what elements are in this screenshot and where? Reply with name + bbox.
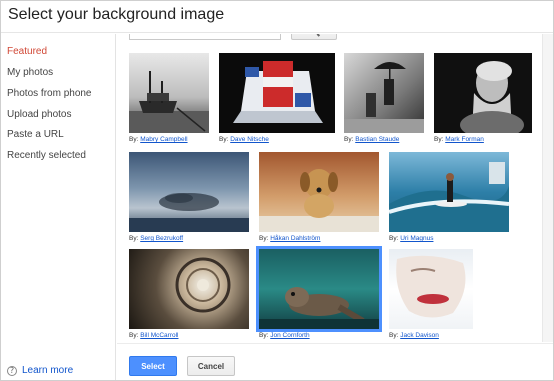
- credit-jon-cornforth: By: Jon Cornforth: [259, 332, 310, 339]
- umbrella-image: [344, 62, 424, 133]
- sidebar-item-recently-selected[interactable]: Recently selected: [7, 150, 86, 161]
- thumbnail-sea-lion[interactable]: [256, 246, 382, 332]
- author-link[interactable]: Bastian Staude: [355, 136, 399, 143]
- thumbnail-face-closeup[interactable]: [389, 249, 473, 329]
- help-icon: ?: [7, 365, 17, 376]
- author-link[interactable]: Jon Cornforth: [270, 332, 309, 339]
- staircase-image: [175, 257, 231, 313]
- credit-hakan-dahlstrom: By: Håkan Dahlström: [259, 235, 321, 242]
- puppy-image: [259, 169, 379, 232]
- search-input[interactable]: [129, 34, 281, 40]
- thumbnail-old-man[interactable]: [434, 53, 532, 133]
- credit-serg-bezrukoff: By: Serg Bezrukoff: [129, 235, 184, 242]
- dialog-footer: Select Cancel: [117, 343, 553, 380]
- surfer-image: [389, 162, 509, 232]
- sidebar-item-paste-url[interactable]: Paste a URL: [7, 129, 64, 140]
- author-link[interactable]: Bill McCarroll: [140, 332, 178, 339]
- author-link[interactable]: Mark Forman: [445, 136, 484, 143]
- author-link[interactable]: Håkan Dahlström: [270, 235, 320, 242]
- sidebar-item-upload-photos[interactable]: Upload photos: [7, 109, 72, 120]
- thumbnail-surfer[interactable]: [389, 152, 509, 232]
- gallery-scrollbar[interactable]: [542, 34, 553, 342]
- author-link[interactable]: Serg Bezrukoff: [140, 235, 183, 242]
- old-man-image: [460, 61, 524, 133]
- dialog-title: Select your background image: [8, 6, 225, 23]
- sea-lion-image: [259, 287, 379, 329]
- laptop-image: [233, 61, 323, 123]
- face-image: [396, 255, 466, 318]
- thumbnail-ship-at-pier[interactable]: [129, 53, 209, 133]
- cancel-button[interactable]: Cancel: [187, 356, 235, 376]
- sidebar-item-featured[interactable]: Featured: [7, 46, 47, 57]
- author-link[interactable]: Jack Davison: [400, 332, 439, 339]
- author-link[interactable]: Uri Magnus: [400, 235, 433, 242]
- bird-flock-image: [129, 193, 249, 232]
- author-link[interactable]: Mabry Campbell: [140, 136, 187, 143]
- ship-image: [129, 71, 209, 133]
- credit-jack-davison: By: Jack Davison: [389, 332, 439, 339]
- learn-more-link[interactable]: ? Learn more: [7, 365, 73, 376]
- credit-bastian-staude: By: Bastian Staude: [344, 136, 400, 143]
- thumbnail-spiral-staircase[interactable]: [129, 249, 249, 329]
- credit-uri-magnus: By: Uri Magnus: [389, 235, 434, 242]
- learn-more-label: Learn more: [22, 365, 74, 376]
- thumbnail-umbrella-people[interactable]: [344, 53, 424, 133]
- thumbnail-bird-flock[interactable]: [129, 152, 249, 232]
- credit-mabry-campbell: By: Mabry Campbell: [129, 136, 188, 143]
- select-button[interactable]: Select: [129, 356, 177, 376]
- sidebar-item-my-photos[interactable]: My photos: [7, 67, 53, 78]
- sidebar-item-photos-from-phone[interactable]: Photos from phone: [7, 88, 92, 99]
- sidebar: Featured My photos Photos from phone Upl…: [1, 34, 116, 380]
- credit-bill-mccarroll: By: Bill McCarroll: [129, 332, 179, 339]
- title-bar: Select your background image: [1, 1, 553, 33]
- thumbnail-puppy[interactable]: [259, 152, 379, 232]
- credit-mark-forman: By: Mark Forman: [434, 136, 484, 143]
- credit-dave-nitsche: By: Dave Nitsche: [219, 136, 269, 143]
- background-image-dialog: Select your background image Featured My…: [0, 0, 554, 381]
- thumbnail-laptop-popcorn[interactable]: [219, 53, 335, 133]
- search-button[interactable]: [291, 34, 337, 40]
- image-gallery: By: Mabry Campbell By: Dave Nitsche By: …: [117, 34, 541, 342]
- author-link[interactable]: Dave Nitsche: [230, 136, 269, 143]
